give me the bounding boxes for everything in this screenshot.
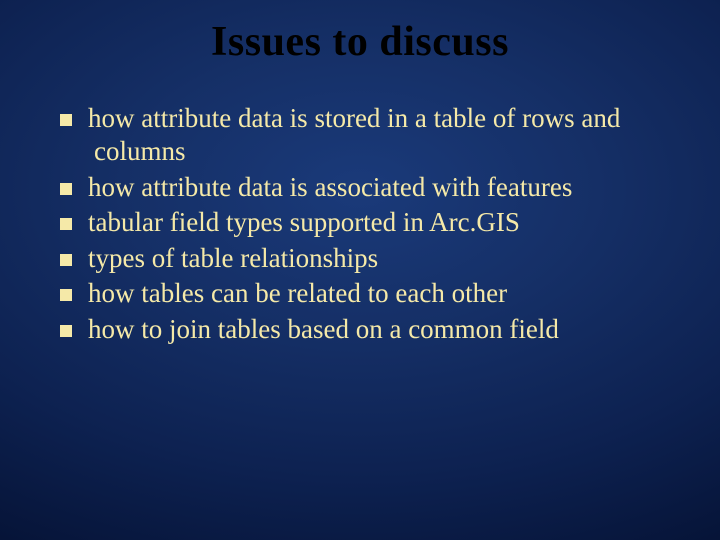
- list-item: how attribute data is associated with fe…: [60, 171, 678, 204]
- slide-title: Issues to discuss: [0, 18, 720, 66]
- list-item: how tables can be related to each other: [60, 277, 678, 310]
- bullet-list: how attribute data is stored in a table …: [0, 102, 720, 346]
- list-item: how to join tables based on a common fie…: [60, 313, 678, 346]
- slide: Issues to discuss how attribute data is …: [0, 0, 720, 540]
- list-item: tabular field types supported in Arc.GIS: [60, 206, 678, 239]
- bullet-text: types of table relationships: [88, 243, 378, 273]
- square-bullet-icon: [60, 254, 72, 266]
- bullet-text: how attribute data is associated with fe…: [88, 172, 572, 202]
- list-item: how attribute data is stored in a table …: [60, 102, 678, 169]
- bullet-text: tabular field types supported in Arc.GIS: [88, 207, 520, 237]
- bullet-text: how attribute data is stored in a table …: [88, 103, 620, 166]
- square-bullet-icon: [60, 114, 72, 126]
- square-bullet-icon: [60, 289, 72, 301]
- square-bullet-icon: [60, 183, 72, 195]
- bullet-text: how tables can be related to each other: [88, 278, 507, 308]
- bullet-text: how to join tables based on a common fie…: [88, 314, 559, 344]
- square-bullet-icon: [60, 325, 72, 337]
- list-item: types of table relationships: [60, 242, 678, 275]
- square-bullet-icon: [60, 218, 72, 230]
